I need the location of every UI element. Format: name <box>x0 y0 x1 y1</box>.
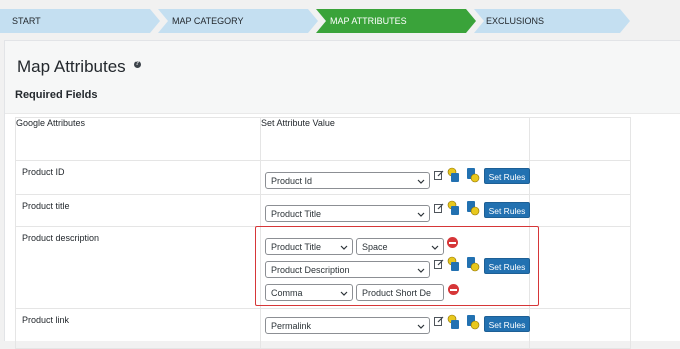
remove-icon[interactable] <box>448 284 459 295</box>
question-icon[interactable]: ? <box>133 60 141 68</box>
chevron-down-icon <box>417 179 425 184</box>
chevron-down-icon <box>417 212 425 217</box>
edit-icon[interactable] <box>434 259 444 269</box>
add-tag-icon[interactable] <box>447 167 461 183</box>
chevron-down-icon <box>340 291 348 296</box>
set-rules-button[interactable]: Set Rules <box>484 316 530 332</box>
select-value: Product Title <box>271 209 322 219</box>
header-set-attribute-value: Set Attribute Value <box>260 117 530 161</box>
step-map-attributes-label: MAP ATTRIBUTES <box>330 16 407 26</box>
select-value: Product Id <box>271 176 313 186</box>
header-google-attributes: Google Attributes <box>15 117 261 161</box>
add-rule-icon[interactable] <box>466 200 480 216</box>
chevron-down-icon <box>417 324 425 329</box>
attribute-value-select[interactable]: Product Id <box>265 172 430 189</box>
step-start[interactable]: START <box>0 9 160 33</box>
set-rules-button[interactable]: Set Rules <box>484 202 530 218</box>
attribute-value-select[interactable]: Product Short De <box>356 284 444 301</box>
page-title-text: Map Attributes <box>17 57 126 76</box>
add-tag-icon[interactable] <box>447 200 461 216</box>
wizard-steps: START MAP CATEGORY MAP ATTRIBUTES EXCLUS… <box>0 0 680 40</box>
set-rules-button[interactable]: Set Rules <box>484 258 530 274</box>
edit-icon[interactable] <box>434 316 444 326</box>
step-exclusions[interactable]: EXCLUSIONS <box>474 9 630 33</box>
add-rule-icon[interactable] <box>466 256 480 272</box>
chevron-down-icon <box>417 268 425 273</box>
remove-icon[interactable] <box>447 237 458 248</box>
attribute-label: Product title <box>22 201 70 211</box>
step-exclusions-label: EXCLUSIONS <box>486 16 545 26</box>
add-rule-icon[interactable] <box>466 167 480 183</box>
chevron-down-icon <box>431 245 439 250</box>
page-title: Map Attributes ? <box>17 57 141 77</box>
separator-select[interactable]: Comma <box>265 284 353 301</box>
step-map-category[interactable]: MAP CATEGORY <box>158 9 318 33</box>
select-value: Product Short De <box>362 288 432 298</box>
attribute-label: Product description <box>22 233 100 243</box>
attribute-value-select[interactable]: Product Title <box>265 205 430 222</box>
separator-select[interactable]: Space <box>356 238 444 255</box>
select-value: Comma <box>271 288 303 298</box>
select-value: Permalink <box>271 321 312 331</box>
attribute-value-select[interactable]: Permalink <box>265 317 430 334</box>
step-map-category-label: MAP CATEGORY <box>172 16 244 26</box>
select-value: Product Description <box>271 265 350 275</box>
step-map-attributes[interactable]: MAP ATTRIBUTES <box>316 9 476 33</box>
add-rule-icon[interactable] <box>466 314 480 330</box>
table-header-row: Google Attributes Set Attribute Value <box>15 117 631 161</box>
attribute-value-select[interactable]: Product Description <box>265 261 430 278</box>
add-tag-icon[interactable] <box>447 314 461 330</box>
edit-icon[interactable] <box>434 203 444 213</box>
select-value: Product Title <box>271 242 322 252</box>
header-band <box>5 41 680 114</box>
section-title: Required Fields <box>15 89 98 101</box>
edit-icon[interactable] <box>434 170 444 180</box>
select-value: Space <box>362 242 388 252</box>
add-tag-icon[interactable] <box>447 256 461 272</box>
header-empty <box>529 117 631 161</box>
step-start-label: START <box>12 16 41 26</box>
attribute-value-select[interactable]: Product Title <box>265 238 353 255</box>
attribute-label: Product ID <box>22 167 65 177</box>
attribute-label: Product link <box>22 315 70 325</box>
set-rules-button[interactable]: Set Rules <box>484 168 530 184</box>
chevron-down-icon <box>340 245 348 250</box>
